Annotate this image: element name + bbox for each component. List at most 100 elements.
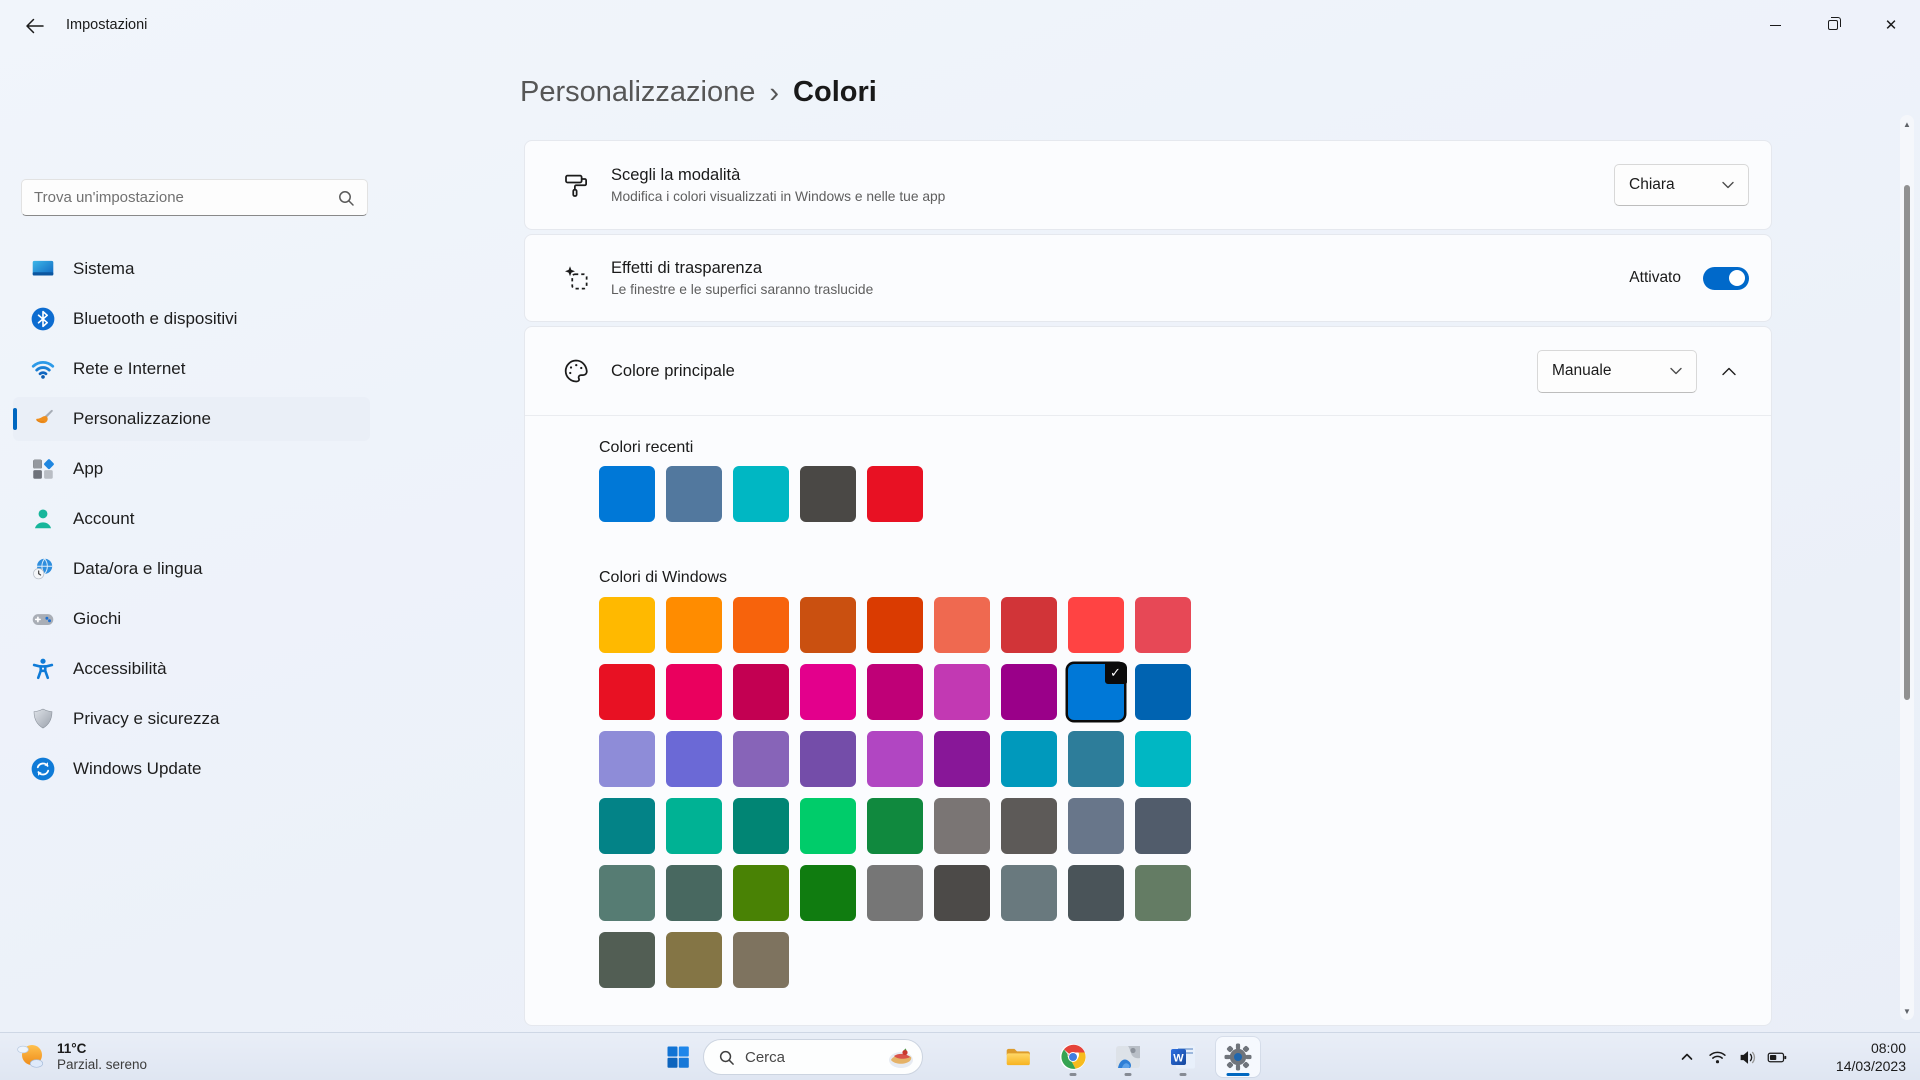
color-swatch-selected[interactable]: ✓ bbox=[1068, 664, 1124, 720]
color-swatch[interactable] bbox=[1135, 731, 1191, 787]
color-swatch[interactable] bbox=[733, 865, 789, 921]
color-swatch[interactable] bbox=[934, 731, 990, 787]
color-swatch[interactable] bbox=[934, 597, 990, 653]
color-swatch[interactable] bbox=[733, 932, 789, 988]
sun-clouds-icon bbox=[12, 1038, 48, 1074]
color-swatch[interactable] bbox=[867, 731, 923, 787]
back-button[interactable] bbox=[20, 13, 48, 39]
color-swatch[interactable] bbox=[800, 798, 856, 854]
color-swatch[interactable] bbox=[867, 865, 923, 921]
scroll-down-arrow-icon[interactable]: ▼ bbox=[1900, 1004, 1914, 1018]
color-swatch[interactable] bbox=[733, 731, 789, 787]
search-icon bbox=[337, 189, 355, 207]
sidebar-item-account[interactable]: Account bbox=[13, 497, 370, 541]
file-explorer-icon[interactable] bbox=[996, 1037, 1040, 1077]
time: 08:00 bbox=[1836, 1040, 1906, 1058]
color-swatch[interactable] bbox=[1135, 664, 1191, 720]
mode-dropdown[interactable]: Chiara bbox=[1614, 164, 1749, 206]
color-swatch[interactable] bbox=[800, 731, 856, 787]
color-swatch[interactable] bbox=[733, 664, 789, 720]
color-swatch[interactable] bbox=[599, 731, 655, 787]
color-swatch[interactable] bbox=[1001, 798, 1057, 854]
color-swatch[interactable] bbox=[1001, 597, 1057, 653]
color-swatch[interactable] bbox=[800, 466, 856, 522]
color-swatch[interactable] bbox=[666, 664, 722, 720]
sidebar-item-bluetooth[interactable]: Bluetooth e dispositivi bbox=[13, 297, 370, 341]
word-icon[interactable]: W bbox=[1161, 1037, 1205, 1077]
color-swatch[interactable] bbox=[1135, 798, 1191, 854]
sidebar-item-label: Windows Update bbox=[73, 759, 202, 779]
breadcrumb-parent[interactable]: Personalizzazione bbox=[520, 76, 755, 109]
settings-app-icon[interactable] bbox=[1216, 1037, 1260, 1077]
sidebar-item-accessibilita[interactable]: Accessibilità bbox=[13, 647, 370, 691]
color-swatch[interactable] bbox=[1068, 865, 1124, 921]
weather-widget[interactable]: 11°C Parzial. sereno bbox=[12, 1038, 147, 1074]
search-highlight-pie-image bbox=[885, 1041, 917, 1073]
settings-search-box[interactable] bbox=[21, 179, 368, 216]
color-swatch[interactable] bbox=[867, 798, 923, 854]
collapse-card-button[interactable] bbox=[1709, 351, 1749, 391]
page-title: Colori bbox=[793, 76, 877, 109]
color-swatch[interactable] bbox=[599, 865, 655, 921]
minimize-button[interactable] bbox=[1746, 0, 1804, 50]
chrome-logo-icon bbox=[1059, 1043, 1087, 1071]
accent-mode-dropdown[interactable]: Manuale bbox=[1537, 350, 1697, 393]
color-swatch[interactable] bbox=[934, 865, 990, 921]
color-swatch[interactable] bbox=[800, 664, 856, 720]
gaming-icon bbox=[30, 606, 56, 632]
color-swatch[interactable] bbox=[733, 466, 789, 522]
settings-search-input[interactable] bbox=[34, 189, 337, 206]
volume-icon[interactable] bbox=[1732, 1037, 1762, 1077]
color-swatch[interactable] bbox=[666, 798, 722, 854]
chrome-icon[interactable] bbox=[1051, 1037, 1095, 1077]
color-swatch[interactable] bbox=[666, 466, 722, 522]
photos-app-icon[interactable] bbox=[1106, 1037, 1150, 1077]
tray-chevron-up-icon[interactable] bbox=[1672, 1037, 1702, 1077]
color-swatch[interactable] bbox=[733, 798, 789, 854]
color-swatch[interactable] bbox=[733, 597, 789, 653]
color-swatch[interactable] bbox=[800, 865, 856, 921]
color-swatch[interactable] bbox=[1068, 731, 1124, 787]
start-button[interactable] bbox=[656, 1037, 700, 1077]
color-swatch[interactable] bbox=[1068, 597, 1124, 653]
color-swatch[interactable] bbox=[1135, 597, 1191, 653]
color-swatch[interactable] bbox=[599, 466, 655, 522]
color-swatch[interactable] bbox=[800, 597, 856, 653]
color-swatch[interactable] bbox=[934, 664, 990, 720]
transparency-toggle[interactable] bbox=[1703, 267, 1749, 290]
color-swatch[interactable] bbox=[666, 731, 722, 787]
color-swatch[interactable] bbox=[599, 597, 655, 653]
color-swatch[interactable] bbox=[1001, 664, 1057, 720]
page-scrollbar[interactable]: ▲ ▼ bbox=[1900, 115, 1914, 1020]
sidebar-item-privacy[interactable]: Privacy e sicurezza bbox=[13, 697, 370, 741]
scrollbar-thumb[interactable] bbox=[1904, 185, 1910, 700]
color-swatch[interactable] bbox=[599, 664, 655, 720]
sidebar-item-windows-update[interactable]: Windows Update bbox=[13, 747, 370, 791]
sidebar-item-sistema[interactable]: Sistema bbox=[13, 247, 370, 291]
color-swatch[interactable] bbox=[867, 597, 923, 653]
close-button[interactable]: ✕ bbox=[1862, 0, 1920, 50]
color-swatch[interactable] bbox=[599, 932, 655, 988]
taskbar-search[interactable]: Cerca bbox=[703, 1039, 923, 1075]
color-swatch[interactable] bbox=[666, 932, 722, 988]
scroll-up-arrow-icon[interactable]: ▲ bbox=[1900, 117, 1914, 131]
battery-icon[interactable] bbox=[1762, 1037, 1792, 1077]
sidebar-item-personalizzazione[interactable]: Personalizzazione bbox=[13, 397, 370, 441]
maximize-restore-button[interactable] bbox=[1804, 0, 1862, 50]
sidebar-item-rete[interactable]: Rete e Internet bbox=[13, 347, 370, 391]
color-swatch[interactable] bbox=[934, 798, 990, 854]
color-swatch[interactable] bbox=[1068, 798, 1124, 854]
sidebar-item-app[interactable]: App bbox=[13, 447, 370, 491]
sidebar-item-data-ora[interactable]: Data/ora e lingua bbox=[13, 547, 370, 591]
color-swatch[interactable] bbox=[666, 865, 722, 921]
color-swatch[interactable] bbox=[666, 597, 722, 653]
wifi-icon[interactable] bbox=[1702, 1037, 1732, 1077]
clock[interactable]: 08:00 14/03/2023 bbox=[1836, 1040, 1906, 1075]
color-swatch[interactable] bbox=[867, 664, 923, 720]
color-swatch[interactable] bbox=[1135, 865, 1191, 921]
color-swatch[interactable] bbox=[599, 798, 655, 854]
color-swatch[interactable] bbox=[1001, 865, 1057, 921]
sidebar-item-giochi[interactable]: Giochi bbox=[13, 597, 370, 641]
color-swatch[interactable] bbox=[867, 466, 923, 522]
color-swatch[interactable] bbox=[1001, 731, 1057, 787]
